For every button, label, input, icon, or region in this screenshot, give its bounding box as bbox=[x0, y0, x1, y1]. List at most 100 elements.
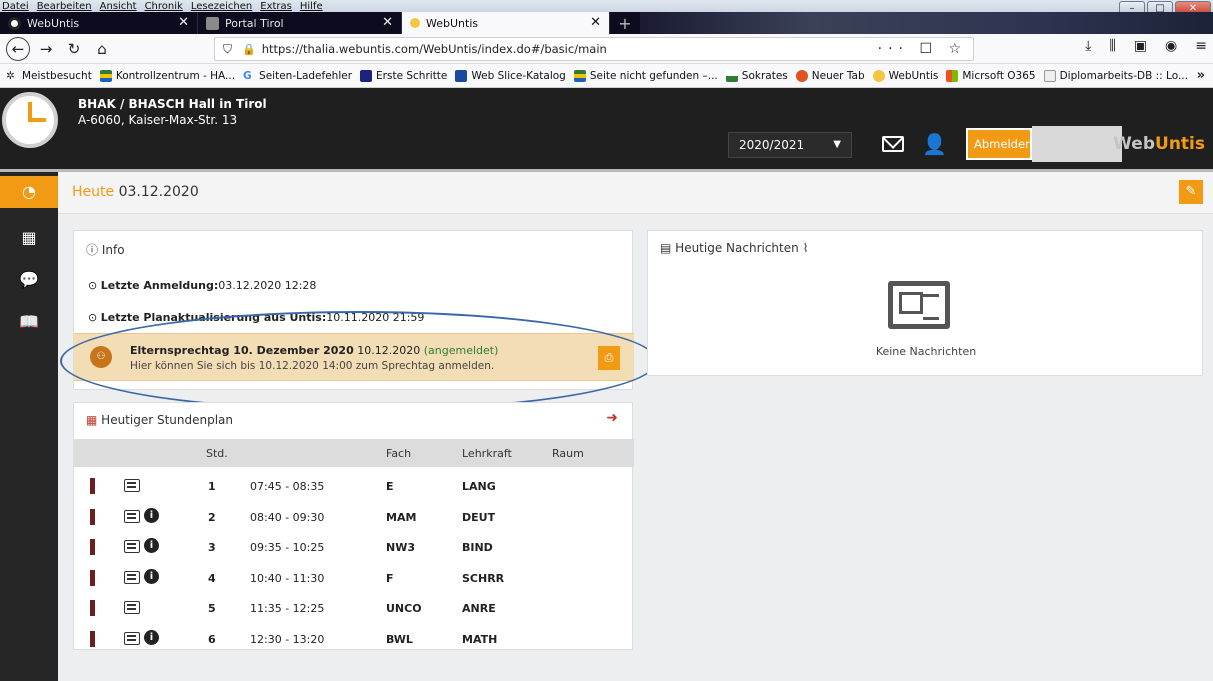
rss-icon[interactable]: ⌇ bbox=[803, 241, 809, 255]
timetable-heading: ▦ Heutiger Stundenplan bbox=[86, 413, 233, 427]
shield-icon[interactable]: ⛉ bbox=[223, 42, 232, 57]
webuntis-clock-logo-icon[interactable] bbox=[2, 92, 58, 148]
bookmark-label: Seiten-Ladefehler bbox=[259, 69, 353, 82]
sidebar-icon[interactable]: ▣ bbox=[1134, 38, 1147, 54]
library-icon[interactable]: ⫼ bbox=[1109, 38, 1115, 54]
bookmark-neuer-tab[interactable]: Neuer Tab bbox=[795, 69, 865, 82]
mail-icon[interactable] bbox=[882, 136, 904, 152]
sidebar-item-messages[interactable]: 💬 bbox=[0, 264, 58, 296]
home-icon[interactable]: ⌂ bbox=[90, 37, 114, 61]
newspaper-icon: ▤ bbox=[660, 241, 672, 255]
bookmark-diplomarbeits-db[interactable]: Diplomarbeits-DB :: Lo... bbox=[1043, 69, 1188, 82]
back-arrow-icon[interactable]: ← bbox=[6, 36, 30, 61]
bookmark-label: Meistbesucht bbox=[22, 69, 92, 82]
bookmarks-bar: ✲ Meistbesucht Kontrollzentrum - HA... GS… bbox=[0, 64, 1213, 88]
new-tab-plus-icon[interactable]: + bbox=[610, 12, 640, 34]
tab-webuntis-active[interactable]: WebUntis ✕ bbox=[402, 12, 610, 34]
bookmark-kontrollzentrum[interactable]: Kontrollzentrum - HA... bbox=[99, 69, 235, 82]
portal-tirol-icon bbox=[206, 16, 219, 30]
page-title-date: 03.12.2020 bbox=[118, 184, 199, 200]
info-circle-icon: ⓘ bbox=[86, 243, 99, 257]
bookmark-erste-schritte[interactable]: Erste Schritte bbox=[360, 69, 447, 82]
cell-fach: E bbox=[386, 480, 394, 493]
cell-fach: NW3 bbox=[386, 541, 415, 554]
page-actions[interactable]: ··· ☐ ☆ bbox=[878, 41, 967, 57]
bookmark-microsoft-o365[interactable]: Micrsoft O365 bbox=[946, 69, 1036, 82]
school-year-value: 2020/2021 bbox=[739, 138, 805, 152]
timetable-entry-icon[interactable] bbox=[124, 601, 140, 614]
menu-hilfe[interactable]: Hilfe bbox=[300, 1, 323, 12]
table-row[interactable]: 1 07:45 - 08:35 E LANG bbox=[74, 471, 634, 501]
page-title-prefix: Heute bbox=[72, 184, 115, 200]
lock-icon[interactable]: 🔒 bbox=[242, 43, 256, 56]
sidebar-item-dashboard[interactable]: ◔ bbox=[0, 176, 58, 208]
subject-color-bar bbox=[90, 600, 95, 616]
menu-bearbeiten[interactable]: Bearbeiten bbox=[37, 1, 92, 12]
user-icon[interactable]: 👤 bbox=[922, 132, 947, 156]
close-tab-icon[interactable]: ✕ bbox=[590, 15, 601, 30]
tab-webuntis-1[interactable]: WebUntis ✕ bbox=[0, 12, 198, 34]
info-icon[interactable]: i bbox=[144, 568, 159, 584]
table-row[interactable]: i 2 08:40 - 09:30 MAM DEUT bbox=[74, 502, 634, 532]
info-heading-label: Info bbox=[101, 243, 125, 257]
menu-chronik[interactable]: Chronik bbox=[145, 1, 183, 12]
info-icon[interactable]: i bbox=[144, 629, 159, 645]
bookmark-icon bbox=[360, 69, 373, 82]
chat-bubbles-icon: 💬 bbox=[19, 270, 39, 289]
subject-color-bar bbox=[90, 508, 95, 525]
table-row[interactable]: 5 11:35 - 12:25 UNCO ANRE bbox=[74, 593, 634, 623]
account-icon[interactable]: ◉ bbox=[1165, 38, 1177, 54]
reload-icon[interactable]: ↻ bbox=[62, 37, 86, 61]
forward-arrow-icon[interactable]: → bbox=[34, 37, 58, 61]
table-row[interactable]: i 3 09:35 - 10:25 NW3 BIND bbox=[74, 532, 634, 562]
info-icon[interactable]: i bbox=[144, 507, 159, 523]
tab-label: Portal Tirol bbox=[225, 16, 284, 30]
menu-lesezeichen[interactable]: Lesezeichen bbox=[191, 1, 252, 12]
table-row[interactable]: i 4 10:40 - 11:30 F SCHRR bbox=[74, 563, 634, 593]
cell-lehrkraft: MATH bbox=[462, 632, 498, 646]
bookmark-seiten-ladefehler[interactable]: G Seiten-Ladefehler bbox=[243, 70, 352, 82]
bookmark-meistbesucht[interactable]: ✲ Meistbesucht bbox=[6, 70, 92, 82]
timetable-entry-icon[interactable] bbox=[124, 570, 140, 584]
browser-window: Datei Bearbeiten Ansicht Chronik Lesezei… bbox=[0, 0, 1213, 681]
menu-extras[interactable]: Extras bbox=[260, 1, 292, 12]
timetable-entry-icon[interactable] bbox=[124, 631, 140, 645]
menu-ansicht[interactable]: Ansicht bbox=[100, 1, 137, 12]
brand-suffix: Untis bbox=[1155, 134, 1205, 154]
logout-button[interactable]: Abmelden bbox=[966, 128, 1032, 160]
page-title-bar: Heute 03.12.2020 ✎ bbox=[58, 172, 1213, 214]
menu-datei[interactable]: Datei bbox=[2, 1, 29, 12]
more-bookmarks-chevron-icon[interactable]: » bbox=[1197, 68, 1205, 83]
school-year-select[interactable]: 2020/2021 ▼ bbox=[728, 132, 852, 158]
timetable-entry-icon[interactable] bbox=[124, 479, 140, 492]
subject-color-bar bbox=[90, 478, 95, 494]
download-icon[interactable]: ⤓ bbox=[1085, 38, 1091, 54]
close-tab-icon[interactable]: ✕ bbox=[382, 15, 393, 30]
news-panel: ▤ Heutige Nachrichten ⌇ Keine Nachrichte… bbox=[647, 230, 1203, 376]
sidebar-item-classbook[interactable]: 📖 bbox=[0, 306, 58, 338]
edit-pencil-button[interactable]: ✎ bbox=[1179, 180, 1203, 204]
sidebar-item-timetable[interactable]: ▦ bbox=[0, 222, 58, 254]
url-bar[interactable]: ⛉ 🔒 https://thalia.webuntis.com/WebUntis… bbox=[214, 37, 974, 61]
bookmark-web-slice[interactable]: Web Slice-Katalog bbox=[455, 69, 566, 82]
timetable-entry-icon[interactable] bbox=[124, 509, 140, 523]
cell-time: 07:45 - 08:35 bbox=[250, 480, 325, 493]
bookmark-label: Micrsoft O365 bbox=[962, 69, 1036, 82]
menu-hamburger-icon[interactable]: ≡ bbox=[1195, 38, 1207, 54]
table-row[interactable]: i 6 12:30 - 13:20 BWL MATH bbox=[74, 624, 634, 654]
bookmark-seite-nicht-gefunden[interactable]: Seite nicht gefunden –... bbox=[573, 69, 718, 82]
firefox-icon bbox=[795, 69, 808, 82]
bookmark-sokrates[interactable]: Sokrates bbox=[725, 69, 788, 82]
bookmark-icon bbox=[99, 69, 112, 82]
close-tab-icon[interactable]: ✕ bbox=[178, 15, 189, 30]
cell-fach: BWL bbox=[386, 632, 413, 646]
arrow-right-icon[interactable]: ➜ bbox=[606, 410, 618, 426]
timetable-entry-icon[interactable] bbox=[124, 540, 140, 553]
bookmark-webuntis[interactable]: WebUntis bbox=[872, 69, 938, 82]
cell-lehrkraft: SCHRR bbox=[462, 571, 505, 585]
tab-portal-tirol[interactable]: Portal Tirol ✕ bbox=[198, 12, 402, 34]
column-fach: Fach bbox=[386, 447, 412, 460]
url-text[interactable]: https://thalia.webuntis.com/WebUntis/ind… bbox=[262, 42, 607, 56]
info-icon[interactable]: i bbox=[144, 538, 159, 553]
cell-time: 10:40 - 11:30 bbox=[250, 571, 325, 585]
